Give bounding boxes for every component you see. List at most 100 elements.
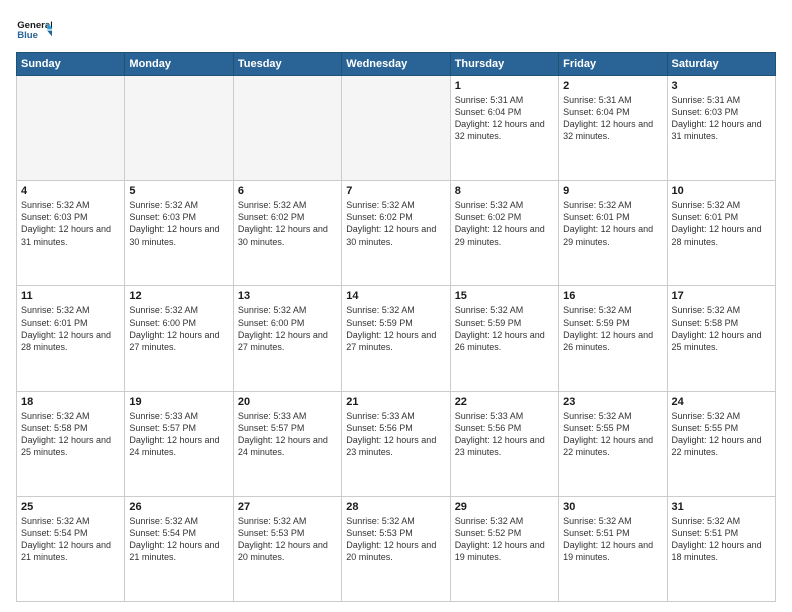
- day-number: 3: [672, 80, 771, 92]
- calendar-day-cell: 17 Sunrise: 5:32 AMSunset: 5:58 PMDaylig…: [667, 286, 775, 391]
- day-number: 27: [238, 501, 337, 513]
- calendar-day-cell: 5 Sunrise: 5:32 AMSunset: 6:03 PMDayligh…: [125, 181, 233, 286]
- day-info: Sunrise: 5:32 AMSunset: 5:54 PMDaylight:…: [21, 516, 111, 562]
- calendar-day-cell: 10 Sunrise: 5:32 AMSunset: 6:01 PMDaylig…: [667, 181, 775, 286]
- day-info: Sunrise: 5:32 AMSunset: 5:58 PMDaylight:…: [21, 411, 111, 457]
- calendar-day-cell: 1 Sunrise: 5:31 AMSunset: 6:04 PMDayligh…: [450, 76, 558, 181]
- day-number: 8: [455, 185, 554, 197]
- day-number: 20: [238, 396, 337, 408]
- calendar-day-cell: [17, 76, 125, 181]
- calendar-day-cell: 4 Sunrise: 5:32 AMSunset: 6:03 PMDayligh…: [17, 181, 125, 286]
- day-number: 22: [455, 396, 554, 408]
- calendar-day-cell: 3 Sunrise: 5:31 AMSunset: 6:03 PMDayligh…: [667, 76, 775, 181]
- weekday-header: Tuesday: [233, 53, 341, 76]
- weekday-header: Wednesday: [342, 53, 450, 76]
- logo-icon: General Blue: [16, 16, 52, 44]
- calendar-day-cell: 28 Sunrise: 5:32 AMSunset: 5:53 PMDaylig…: [342, 496, 450, 601]
- day-number: 23: [563, 396, 662, 408]
- day-info: Sunrise: 5:32 AMSunset: 6:01 PMDaylight:…: [563, 200, 653, 246]
- calendar-day-cell: 22 Sunrise: 5:33 AMSunset: 5:56 PMDaylig…: [450, 391, 558, 496]
- day-number: 26: [129, 501, 228, 513]
- day-info: Sunrise: 5:32 AMSunset: 6:02 PMDaylight:…: [238, 200, 328, 246]
- day-number: 1: [455, 80, 554, 92]
- day-info: Sunrise: 5:32 AMSunset: 5:55 PMDaylight:…: [672, 411, 762, 457]
- calendar-day-cell: 19 Sunrise: 5:33 AMSunset: 5:57 PMDaylig…: [125, 391, 233, 496]
- day-number: 6: [238, 185, 337, 197]
- calendar-day-cell: 20 Sunrise: 5:33 AMSunset: 5:57 PMDaylig…: [233, 391, 341, 496]
- day-number: 21: [346, 396, 445, 408]
- calendar-day-cell: 8 Sunrise: 5:32 AMSunset: 6:02 PMDayligh…: [450, 181, 558, 286]
- calendar-week-row: 1 Sunrise: 5:31 AMSunset: 6:04 PMDayligh…: [17, 76, 776, 181]
- day-info: Sunrise: 5:32 AMSunset: 5:59 PMDaylight:…: [346, 305, 436, 351]
- day-info: Sunrise: 5:32 AMSunset: 5:58 PMDaylight:…: [672, 305, 762, 351]
- calendar-week-row: 18 Sunrise: 5:32 AMSunset: 5:58 PMDaylig…: [17, 391, 776, 496]
- day-info: Sunrise: 5:32 AMSunset: 6:02 PMDaylight:…: [346, 200, 436, 246]
- day-number: 9: [563, 185, 662, 197]
- day-info: Sunrise: 5:32 AMSunset: 6:02 PMDaylight:…: [455, 200, 545, 246]
- day-number: 13: [238, 290, 337, 302]
- calendar-day-cell: 25 Sunrise: 5:32 AMSunset: 5:54 PMDaylig…: [17, 496, 125, 601]
- calendar-table: SundayMondayTuesdayWednesdayThursdayFrid…: [16, 52, 776, 602]
- calendar-day-cell: 23 Sunrise: 5:32 AMSunset: 5:55 PMDaylig…: [559, 391, 667, 496]
- day-info: Sunrise: 5:32 AMSunset: 5:53 PMDaylight:…: [346, 516, 436, 562]
- weekday-header-row: SundayMondayTuesdayWednesdayThursdayFrid…: [17, 53, 776, 76]
- day-info: Sunrise: 5:33 AMSunset: 5:56 PMDaylight:…: [455, 411, 545, 457]
- calendar-day-cell: 30 Sunrise: 5:32 AMSunset: 5:51 PMDaylig…: [559, 496, 667, 601]
- day-info: Sunrise: 5:32 AMSunset: 5:53 PMDaylight:…: [238, 516, 328, 562]
- day-number: 19: [129, 396, 228, 408]
- day-number: 17: [672, 290, 771, 302]
- day-info: Sunrise: 5:32 AMSunset: 6:01 PMDaylight:…: [672, 200, 762, 246]
- day-number: 29: [455, 501, 554, 513]
- day-info: Sunrise: 5:31 AMSunset: 6:04 PMDaylight:…: [563, 95, 653, 141]
- calendar-day-cell: 11 Sunrise: 5:32 AMSunset: 6:01 PMDaylig…: [17, 286, 125, 391]
- calendar-week-row: 11 Sunrise: 5:32 AMSunset: 6:01 PMDaylig…: [17, 286, 776, 391]
- calendar-day-cell: 31 Sunrise: 5:32 AMSunset: 5:51 PMDaylig…: [667, 496, 775, 601]
- calendar-day-cell: 7 Sunrise: 5:32 AMSunset: 6:02 PMDayligh…: [342, 181, 450, 286]
- day-number: 11: [21, 290, 120, 302]
- calendar-day-cell: 24 Sunrise: 5:32 AMSunset: 5:55 PMDaylig…: [667, 391, 775, 496]
- day-number: 5: [129, 185, 228, 197]
- day-info: Sunrise: 5:32 AMSunset: 5:51 PMDaylight:…: [672, 516, 762, 562]
- calendar-day-cell: 6 Sunrise: 5:32 AMSunset: 6:02 PMDayligh…: [233, 181, 341, 286]
- calendar-day-cell: 26 Sunrise: 5:32 AMSunset: 5:54 PMDaylig…: [125, 496, 233, 601]
- day-info: Sunrise: 5:32 AMSunset: 6:01 PMDaylight:…: [21, 305, 111, 351]
- day-number: 30: [563, 501, 662, 513]
- logo: General Blue: [16, 16, 52, 44]
- day-number: 31: [672, 501, 771, 513]
- calendar-day-cell: 21 Sunrise: 5:33 AMSunset: 5:56 PMDaylig…: [342, 391, 450, 496]
- calendar-day-cell: 12 Sunrise: 5:32 AMSunset: 6:00 PMDaylig…: [125, 286, 233, 391]
- day-info: Sunrise: 5:32 AMSunset: 6:00 PMDaylight:…: [238, 305, 328, 351]
- day-info: Sunrise: 5:32 AMSunset: 5:51 PMDaylight:…: [563, 516, 653, 562]
- calendar-day-cell: 14 Sunrise: 5:32 AMSunset: 5:59 PMDaylig…: [342, 286, 450, 391]
- day-info: Sunrise: 5:32 AMSunset: 6:00 PMDaylight:…: [129, 305, 219, 351]
- weekday-header: Monday: [125, 53, 233, 76]
- day-info: Sunrise: 5:32 AMSunset: 5:52 PMDaylight:…: [455, 516, 545, 562]
- day-info: Sunrise: 5:32 AMSunset: 5:55 PMDaylight:…: [563, 411, 653, 457]
- day-info: Sunrise: 5:32 AMSunset: 5:59 PMDaylight:…: [563, 305, 653, 351]
- day-number: 2: [563, 80, 662, 92]
- day-number: 12: [129, 290, 228, 302]
- header: General Blue: [16, 16, 776, 44]
- calendar-day-cell: 2 Sunrise: 5:31 AMSunset: 6:04 PMDayligh…: [559, 76, 667, 181]
- weekday-header: Sunday: [17, 53, 125, 76]
- calendar-day-cell: 9 Sunrise: 5:32 AMSunset: 6:01 PMDayligh…: [559, 181, 667, 286]
- day-info: Sunrise: 5:33 AMSunset: 5:57 PMDaylight:…: [129, 411, 219, 457]
- day-info: Sunrise: 5:32 AMSunset: 6:03 PMDaylight:…: [21, 200, 111, 246]
- calendar-day-cell: 29 Sunrise: 5:32 AMSunset: 5:52 PMDaylig…: [450, 496, 558, 601]
- svg-text:Blue: Blue: [17, 30, 38, 41]
- day-number: 14: [346, 290, 445, 302]
- day-number: 7: [346, 185, 445, 197]
- calendar-day-cell: [125, 76, 233, 181]
- day-info: Sunrise: 5:32 AMSunset: 5:59 PMDaylight:…: [455, 305, 545, 351]
- day-number: 24: [672, 396, 771, 408]
- calendar-day-cell: [342, 76, 450, 181]
- weekday-header: Friday: [559, 53, 667, 76]
- calendar-week-row: 25 Sunrise: 5:32 AMSunset: 5:54 PMDaylig…: [17, 496, 776, 601]
- weekday-header: Thursday: [450, 53, 558, 76]
- day-info: Sunrise: 5:32 AMSunset: 6:03 PMDaylight:…: [129, 200, 219, 246]
- day-number: 4: [21, 185, 120, 197]
- day-number: 15: [455, 290, 554, 302]
- day-number: 18: [21, 396, 120, 408]
- day-info: Sunrise: 5:33 AMSunset: 5:57 PMDaylight:…: [238, 411, 328, 457]
- calendar-day-cell: 15 Sunrise: 5:32 AMSunset: 5:59 PMDaylig…: [450, 286, 558, 391]
